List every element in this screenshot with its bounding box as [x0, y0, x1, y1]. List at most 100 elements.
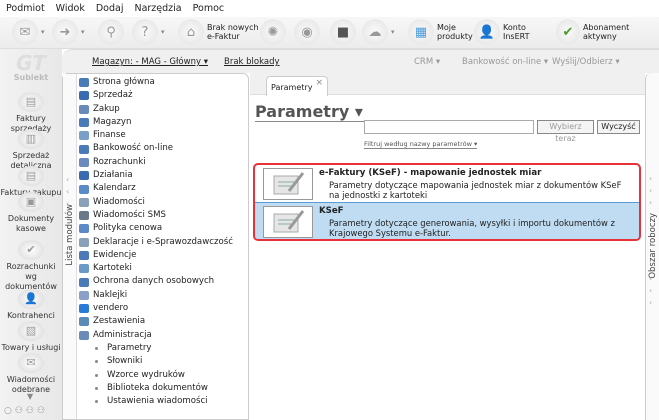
module-item[interactable]: Naklejki — [79, 289, 233, 302]
menu-dodaj[interactable]: Dodaj — [96, 3, 124, 17]
module-item[interactable]: Kartoteki — [79, 262, 233, 275]
page-title[interactable]: Parametry ▾ — [255, 102, 369, 122]
shortcut-sidebar: GTSubiekt ▤Faktury sprzedaży ▥Sprzedaż d… — [0, 49, 62, 420]
globe-button[interactable]: ◉ — [294, 19, 320, 45]
cube-icon: ■ — [330, 19, 356, 45]
expand-icon: ‹ ‹ ‹ — [649, 174, 653, 207]
module-item[interactable]: Ochrona danych osobowych — [79, 275, 233, 288]
module-icon — [79, 91, 89, 101]
cash-icon: ▣ — [18, 192, 44, 212]
module-item[interactable]: Wiadomości SMS — [79, 209, 233, 222]
module-icon — [79, 317, 89, 327]
module-item[interactable]: Polityka cenowa — [79, 222, 233, 235]
purchase-icon: ▤ — [18, 166, 44, 186]
forward-icon: ➜ — [52, 19, 78, 45]
tab-parametry[interactable]: Parametry × — [266, 76, 328, 96]
filter-dropdown[interactable]: Filtruj według nazwy parametrów ▾ — [364, 140, 478, 149]
cloud-icon: ☁ — [362, 19, 388, 45]
globe-icon: ◉ — [294, 19, 320, 45]
module-icon — [79, 237, 89, 247]
admin-subitem[interactable]: Biblioteka dokumentów — [79, 382, 233, 395]
shortcut-faktury-sprzedazy[interactable]: ▤Faktury sprzedaży — [0, 92, 62, 134]
clear-button[interactable]: Wyczyść — [597, 120, 640, 134]
module-item[interactable]: Sprzedaż — [79, 89, 233, 102]
mail-button[interactable]: ✉ ▾ — [12, 19, 45, 45]
settings-form-icon — [263, 206, 313, 238]
module-icon — [79, 184, 89, 194]
collapse-icon: ‹ ‹ ‹ — [66, 175, 70, 208]
result-row-selected[interactable]: KSeF Parametry dotyczące generowania, wy… — [255, 202, 639, 239]
module-item[interactable]: Administracja — [79, 329, 233, 342]
scroll-down-icon[interactable]: ▼ — [27, 392, 33, 401]
efaktury-button[interactable]: ⌂ Brak nowych e-Faktur — [178, 19, 259, 45]
search-input[interactable] — [364, 120, 534, 134]
result-row[interactable]: e-Faktury (KSeF) - mapowanie jednostek m… — [255, 165, 639, 202]
shortcut-wiadomosci[interactable]: ✉ Wiadomości odebrane — [0, 353, 62, 395]
module-item[interactable]: Zakup — [79, 103, 233, 116]
bank-menu[interactable]: Bankowość on-line ▾ — [462, 57, 548, 67]
menu-pomoc[interactable]: Pomoc — [193, 3, 225, 17]
module-icon — [79, 118, 89, 128]
stamp-button[interactable]: ⚲ — [98, 19, 124, 45]
menu-bar: Podmiot Widok Dodaj Narzędzia Pomoc — [0, 0, 659, 17]
stamp-icon: ⚲ — [98, 19, 124, 45]
shortcut-sprzedaz-detaliczna[interactable]: ▥Sprzedaż detaliczna — [0, 129, 62, 171]
grid-icon: ▦ — [408, 19, 434, 45]
module-list: Strona główna Sprzedaż Zakup Magazyn Finanse… — [79, 76, 233, 408]
shortcut-towary[interactable]: ▧ Towary i usługi — [0, 321, 62, 353]
admin-subitem[interactable]: Ustawienia wiadomości — [79, 395, 233, 408]
module-icon — [79, 144, 89, 154]
select-now-button[interactable]: Wybierz teraz — [537, 120, 594, 143]
bullet-icon — [95, 386, 98, 390]
forward-button[interactable]: ➜ ▾ — [52, 19, 85, 45]
module-item[interactable]: Zestawienia — [79, 315, 233, 328]
shield-check-icon: ✔ — [556, 19, 580, 45]
lock-status-link[interactable]: Brak blokady — [224, 57, 280, 67]
shortcut-rozrachunki[interactable]: ✔ Rozrachunki wg dokumentów — [0, 240, 62, 292]
menu-widok[interactable]: Widok — [56, 3, 85, 17]
shortcut-kontrahenci[interactable]: 👤 Kontrahenci — [0, 289, 62, 321]
sidebar-mode-icons[interactable]: ○⚇⚇⚇ — [4, 406, 48, 416]
crm-menu[interactable]: CRM ▾ — [414, 57, 440, 67]
module-icon — [79, 131, 89, 141]
warehouse-selector[interactable]: Magazyn: - MAG - Główny ▾ — [92, 57, 208, 67]
module-item[interactable]: Wiadomości — [79, 196, 233, 209]
send-receive-menu[interactable]: Wyślij/Odbierz ▾ — [552, 57, 620, 67]
sync-button[interactable]: ✺ — [260, 19, 286, 45]
user-icon: 👤 — [474, 19, 500, 45]
account-button[interactable]: 👤 Konto InsERT — [474, 19, 530, 45]
spinner-icon: ✺ — [260, 19, 286, 45]
admin-subitem[interactable]: Parametry — [79, 342, 233, 355]
module-item[interactable]: Magazyn — [79, 116, 233, 129]
module-panel-toggle[interactable]: Lista modułów ‹ ‹ ‹ — [63, 74, 77, 419]
module-item[interactable]: Finanse — [79, 129, 233, 142]
module-item[interactable]: Ewidencje — [79, 249, 233, 262]
subscription-button[interactable]: ✔ Abonament aktywny — [556, 19, 659, 45]
menu-podmiot[interactable]: Podmiot — [6, 3, 45, 17]
module-item[interactable]: vendero — [79, 302, 233, 315]
workspace-panel-toggle[interactable]: ‹ ‹ ‹ Obszar roboczy ‹ ‹ ‹ — [645, 73, 659, 420]
module-item[interactable]: Deklaracje i e-Sprawozdawczość — [79, 236, 233, 249]
settlement-icon: ✔ — [18, 240, 44, 260]
shortcut-dokumenty-kasowe[interactable]: ▣ Dokumenty kasowe — [0, 192, 62, 234]
cloud-button[interactable]: ☁ ▾ — [362, 19, 395, 45]
products-button[interactable]: ▦ Moje produkty — [408, 19, 473, 45]
menu-narzedzia[interactable]: Narzędzia — [134, 3, 181, 17]
module-icon — [79, 277, 89, 287]
admin-subitem[interactable]: Wzorce wydruków — [79, 369, 233, 382]
help-button[interactable]: ? ▾ — [132, 19, 165, 45]
module-item[interactable]: Strona główna — [79, 76, 233, 89]
house-icon: ⌂ — [178, 19, 204, 45]
module-icon — [79, 224, 89, 234]
logo: GT Subiekt — [6, 53, 56, 82]
module-item[interactable]: Rozrachunki — [79, 156, 233, 169]
settings-form-icon — [263, 168, 313, 200]
close-icon[interactable]: × — [315, 78, 323, 88]
bullet-icon — [95, 400, 98, 404]
admin-subitem[interactable]: Słowniki — [79, 355, 233, 368]
module-item[interactable]: Bankowość on-line — [79, 142, 233, 155]
module-item[interactable]: Działania — [79, 169, 233, 182]
box-button[interactable]: ■ — [330, 19, 356, 45]
module-icon — [79, 78, 89, 88]
module-item[interactable]: Kalendarz — [79, 182, 233, 195]
